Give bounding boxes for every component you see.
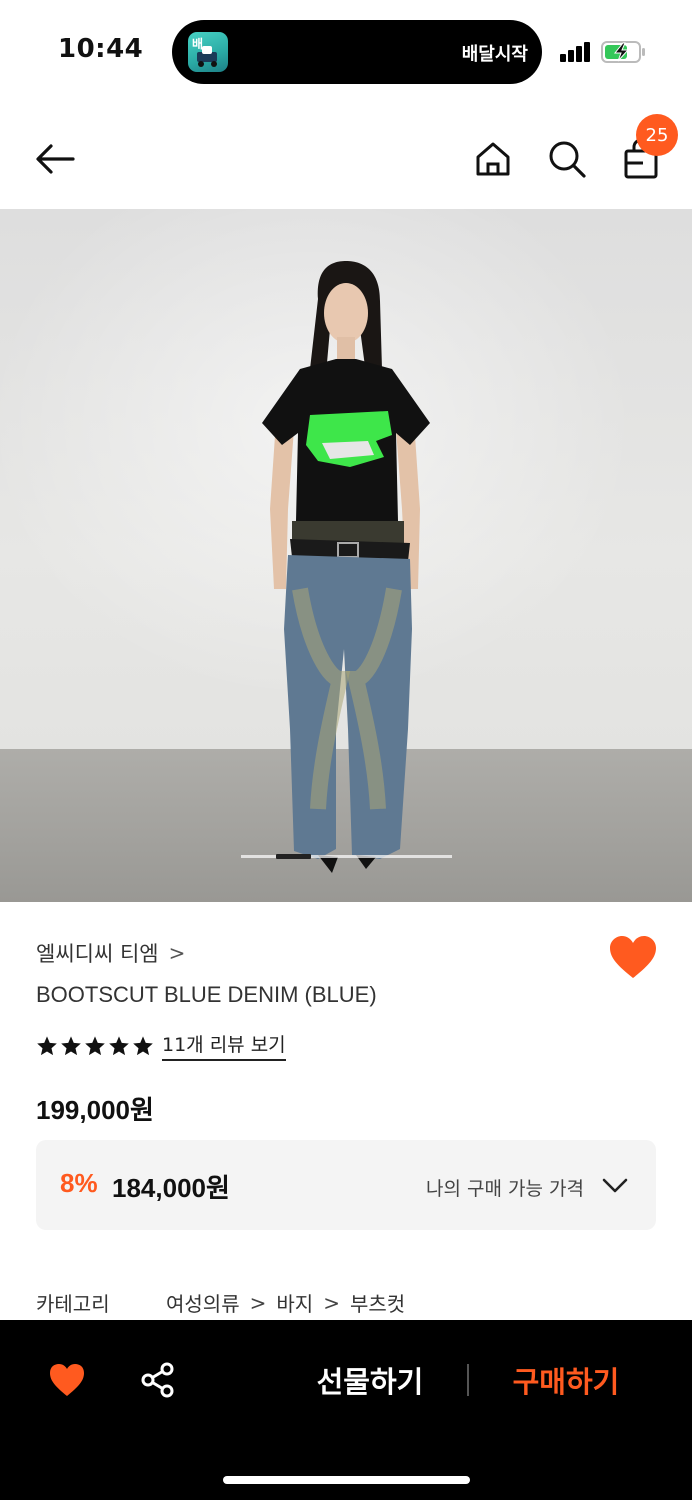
my-price-label: 나의 구매 가능 가격 [426, 1178, 584, 1200]
wishlist-heart-button[interactable] [608, 934, 658, 980]
divider [467, 1364, 469, 1396]
star-icon [61, 1035, 81, 1055]
star-icon [85, 1035, 105, 1055]
product-name: BOOTSCUT BLUE DENIM (BLUE) [36, 982, 377, 1007]
gallery-progress-thumb [276, 854, 311, 859]
heart-icon[interactable] [48, 1362, 86, 1398]
dynamic-island[interactable]: 배 배달시작 [172, 20, 542, 84]
buy-button[interactable]: 구매하기 [496, 1358, 636, 1402]
product-image-gallery[interactable] [0, 209, 692, 902]
chevron-right-icon: > [168, 941, 186, 965]
discount-rate: 8% [60, 1168, 98, 1198]
live-activity-text: 배달시작 [461, 44, 528, 65]
delivery-app-icon: 배 [188, 32, 228, 72]
star-icon [37, 1035, 57, 1055]
chevron-right-icon: > [323, 1290, 340, 1315]
purchase-bar: 선물하기 구매하기 [0, 1320, 692, 1500]
status-time: 10:44 [58, 34, 144, 64]
status-bar: 10:44 배 배달시작 [0, 0, 692, 100]
rating-stars [36, 1035, 154, 1057]
home-icon [476, 142, 510, 176]
category-crumb[interactable]: 여성의류 [166, 1288, 240, 1317]
signal-icon [560, 42, 592, 62]
gift-button[interactable]: 선물하기 [300, 1358, 440, 1402]
star-icon [109, 1035, 129, 1055]
star-icon [133, 1035, 153, 1055]
category-row: 카테고리 여성의류 > 바지 > 부츠컷 [36, 1288, 405, 1317]
category-label: 카테고리 [36, 1292, 110, 1316]
arrow-left-icon [36, 144, 75, 174]
model-photo [262, 261, 430, 873]
product-nav-bar [0, 110, 692, 206]
review-link[interactable]: 11개 리뷰 보기 [162, 1030, 286, 1061]
home-indicator [223, 1476, 470, 1484]
search-button[interactable] [542, 134, 592, 184]
category-crumb[interactable]: 부츠컷 [350, 1288, 405, 1317]
rating-row: 11개 리뷰 보기 [36, 1030, 286, 1061]
cart-count-badge: 25 [636, 114, 678, 156]
gallery-progress-track [241, 855, 452, 858]
original-price: 199,000원 [36, 1095, 154, 1125]
battery-charging-icon [601, 41, 645, 63]
chevron-down-icon [602, 1178, 628, 1193]
brand-name: 엘씨디씨 티엠 [36, 942, 159, 966]
chevron-right-icon: > [249, 1290, 267, 1315]
back-button[interactable] [30, 134, 80, 184]
share-icon[interactable] [140, 1362, 176, 1398]
category-crumb[interactable]: 바지 [276, 1288, 313, 1317]
search-icon [549, 141, 586, 178]
discount-price-panel[interactable]: 8% 184,000원 나의 구매 가능 가격 [36, 1140, 656, 1230]
brand-link[interactable]: 엘씨디씨 티엠 > [36, 938, 185, 968]
discount-price: 184,000원 [112, 1173, 230, 1203]
home-button[interactable] [468, 134, 518, 184]
